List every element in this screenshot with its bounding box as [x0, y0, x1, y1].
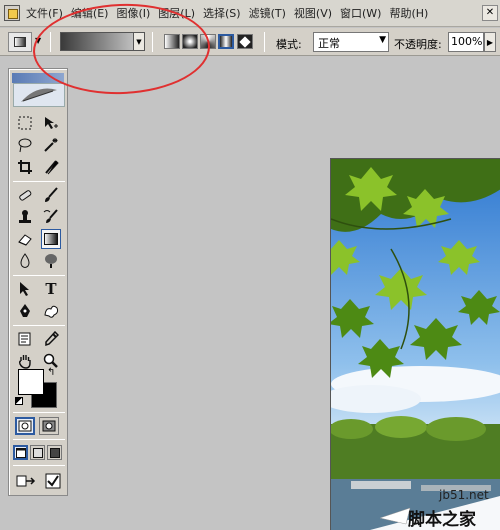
standard-mode-icon[interactable]: [15, 417, 35, 435]
standard-screen-icon[interactable]: [13, 445, 28, 460]
custom-shape-icon[interactable]: [41, 301, 61, 321]
mode-select[interactable]: 正常 ▼: [313, 32, 389, 52]
divider: [13, 275, 65, 276]
eraser-icon[interactable]: [15, 229, 35, 249]
watermark-url: jb51.net: [439, 488, 489, 502]
opacity-input[interactable]: 100%: [448, 32, 484, 52]
divider: [13, 439, 65, 440]
lasso-icon[interactable]: [15, 135, 35, 155]
swap-colors-icon[interactable]: ↰: [47, 367, 55, 378]
magic-wand-icon[interactable]: [41, 135, 61, 155]
clone-stamp-icon[interactable]: [15, 207, 35, 227]
divider: [13, 412, 65, 413]
menu-help[interactable]: 帮助(H): [389, 5, 428, 21]
app-icon[interactable]: [4, 5, 20, 21]
jump-to-imageready-icon[interactable]: [15, 471, 39, 491]
menu-select[interactable]: 选择(S): [203, 5, 241, 21]
type-icon[interactable]: T: [41, 279, 61, 299]
mode-label: 模式:: [276, 38, 302, 51]
diamond-shape: [239, 36, 251, 48]
toolbox: T ↰: [8, 68, 68, 496]
menu-filter[interactable]: 滤镜(T): [249, 5, 286, 21]
notes-icon[interactable]: [15, 329, 35, 349]
full-screen-menu-icon[interactable]: [30, 445, 45, 460]
tool-preset-button[interactable]: [8, 32, 32, 52]
watermark-name: 脚本之家: [408, 510, 476, 530]
canvas-photo[interactable]: [330, 158, 500, 530]
full-screen-icon[interactable]: [47, 445, 62, 460]
history-brush-icon[interactable]: [41, 207, 61, 227]
menu-window[interactable]: 窗口(W): [340, 5, 381, 21]
path-selection-icon[interactable]: [15, 279, 35, 299]
move-icon[interactable]: [41, 113, 61, 133]
opacity-label: 不透明度:: [394, 38, 442, 51]
chevron-down-icon: ▼: [379, 35, 386, 45]
menu-view[interactable]: 视图(V): [294, 5, 332, 21]
diamond-gradient-icon[interactable]: [237, 34, 253, 49]
marquee-icon[interactable]: [15, 113, 35, 133]
default-colors-icon[interactable]: [15, 397, 23, 405]
brush-icon[interactable]: [41, 185, 61, 205]
foreground-color-swatch[interactable]: [18, 369, 44, 395]
divider: [13, 465, 65, 466]
mode-value: 正常: [318, 37, 340, 50]
blur-icon[interactable]: [15, 251, 35, 271]
opacity-slider-button[interactable]: ▶: [484, 32, 496, 52]
quick-mask-icon[interactable]: [39, 417, 59, 435]
eyedropper-icon[interactable]: [41, 329, 61, 349]
healing-brush-icon[interactable]: [15, 185, 35, 205]
checkmark-icon[interactable]: [43, 471, 63, 491]
pen-icon[interactable]: [15, 301, 35, 321]
crop-icon[interactable]: [15, 157, 35, 177]
divider: [13, 181, 65, 182]
feather-logo-icon[interactable]: [13, 83, 65, 107]
divider: [264, 32, 265, 52]
slice-icon[interactable]: [41, 157, 61, 177]
hand-icon[interactable]: [15, 351, 35, 371]
divider: [13, 325, 65, 326]
dodge-icon[interactable]: [41, 251, 61, 271]
gradient-icon[interactable]: [41, 229, 61, 249]
close-icon[interactable]: ✕: [482, 5, 498, 21]
reflected-gradient-icon[interactable]: [218, 34, 234, 49]
gradient-tool-icon: [14, 37, 26, 47]
